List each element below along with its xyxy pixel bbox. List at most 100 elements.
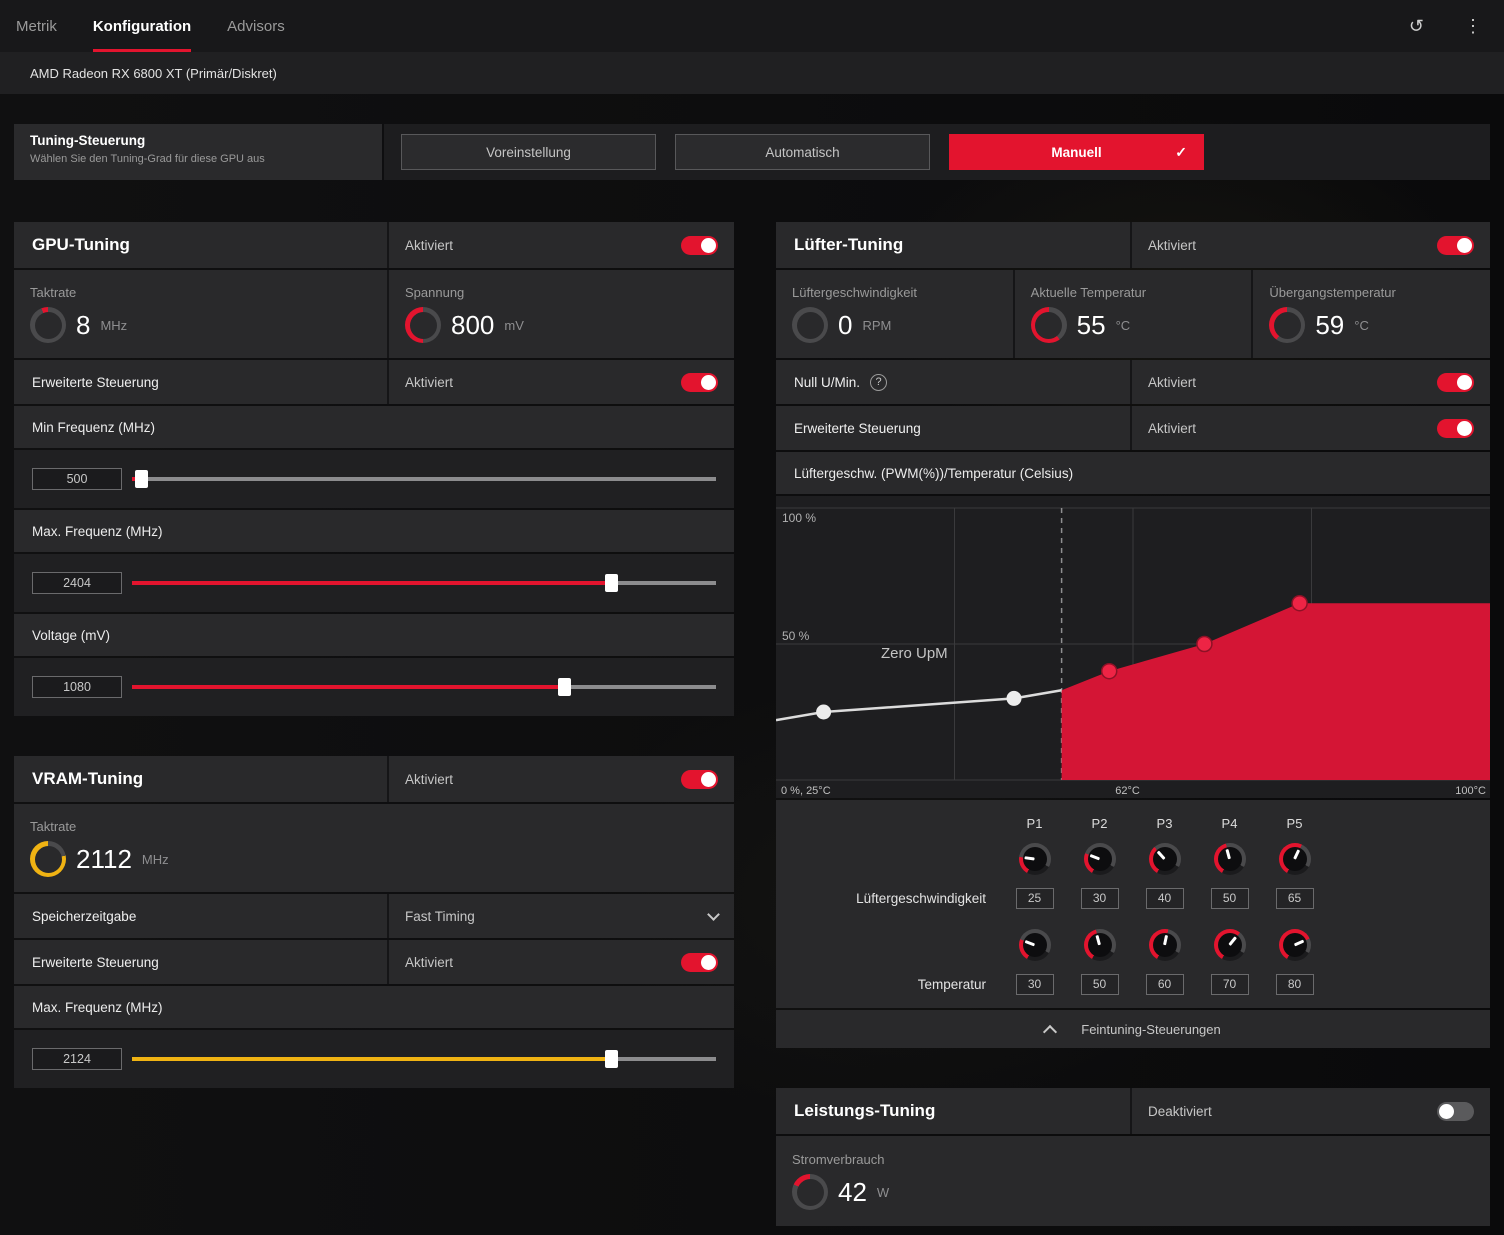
fan-speed-value[interactable]: 30 [1080, 887, 1119, 909]
tuning-control-subtitle: Wählen Sie den Tuning-Grad für diese GPU… [30, 153, 265, 165]
temperature-value[interactable]: 80 [1275, 973, 1314, 995]
slider-handle[interactable] [134, 470, 148, 488]
knob-needle-icon [1024, 856, 1035, 861]
automatic-button[interactable]: Automatisch [675, 134, 930, 170]
slider-handle[interactable] [558, 678, 572, 696]
vram-max-frequency-value[interactable]: 2124 [32, 1048, 122, 1070]
kebab-menu-icon[interactable]: ⋮ [1464, 16, 1482, 37]
fan-speed-knob[interactable] [1083, 843, 1116, 875]
memory-timing-value: Fast Timing [405, 908, 475, 924]
temperature-value[interactable]: 70 [1210, 973, 1249, 995]
top-nav: Metrik Konfiguration Advisors ↺ ⋮ [0, 0, 1504, 52]
vram-max-frequency-label: Max. Frequenz (MHz) [14, 986, 734, 1028]
vram-clock-stat: Taktrate 2112 MHz [14, 804, 734, 892]
temperature-value[interactable]: 30 [1015, 973, 1054, 995]
zero-rpm-label: Null U/Min. [794, 374, 861, 390]
tuning-control-title: Tuning-Steuerung [30, 133, 146, 148]
max-frequency-slider-row: 2404 [14, 554, 734, 612]
device-bar: AMD Radeon RX 6800 XT (Primär/Diskret) [0, 52, 1504, 94]
temperature-row-label: Temperatur [917, 976, 986, 992]
fan-speed-gauge-icon [792, 307, 828, 343]
min-frequency-label: Min Frequenz (MHz) [14, 406, 734, 448]
gpu-voltage-gauge-icon [405, 307, 441, 343]
fan-speed-knob-row [776, 836, 1490, 882]
fan-speed-knob[interactable] [1278, 843, 1311, 875]
chevron-up-icon [1043, 1024, 1058, 1039]
vram-clock-gauge-icon [30, 841, 66, 877]
fan-speed-value[interactable]: 50 [1210, 887, 1249, 909]
vram-max-frequency-slider[interactable] [132, 1049, 716, 1069]
tab-konfiguration[interactable]: Konfiguration [92, 0, 192, 52]
temperature-knob[interactable] [1148, 929, 1181, 961]
vram-tuning-panel: VRAM-Tuning Aktiviert Taktrate 2112 MHz [14, 756, 734, 1088]
gpu-tuning-title: GPU-Tuning [32, 235, 130, 254]
power-consumption-gauge-icon [792, 1174, 828, 1210]
knob-needle-icon [1293, 939, 1305, 947]
fan-tuning-title: Lüfter-Tuning [794, 235, 904, 254]
fan-speed-value[interactable]: 40 [1145, 887, 1184, 909]
fan-curve-point[interactable] [1006, 690, 1022, 706]
manual-button[interactable]: Manuell ✓ [949, 134, 1204, 170]
curve-point-headers: P1 P2 P3 P4 P5 [776, 810, 1490, 836]
power-tuning-toggle[interactable] [1437, 1101, 1474, 1121]
voltage-value[interactable]: 1080 [32, 676, 122, 698]
fan-speed-value[interactable]: 25 [1015, 887, 1054, 909]
zero-rpm-toggle[interactable] [1437, 372, 1474, 392]
vram-advanced-label: Erweiterte Steuerung [32, 954, 159, 970]
temperature-knob[interactable] [1213, 929, 1246, 961]
fan-chart-header: Lüftergeschw. (PWM(%))/Temperatur (Celsi… [776, 452, 1490, 494]
knob-needle-icon [1095, 934, 1101, 946]
fan-speed-knob[interactable] [1018, 843, 1051, 875]
temperature-knob[interactable] [1018, 929, 1051, 961]
fan-advanced-toggle[interactable] [1437, 418, 1474, 438]
min-frequency-value[interactable]: 500 [32, 468, 122, 490]
max-frequency-label: Max. Frequenz (MHz) [14, 510, 734, 552]
junction-temperature-gauge-icon [1269, 307, 1306, 343]
fan-curve-point[interactable] [1196, 635, 1213, 653]
temperature-value-row: Temperatur 30 50 60 70 80 [776, 968, 1490, 1000]
fan-tuning-toggle[interactable] [1437, 235, 1474, 255]
reset-icon[interactable]: ↺ [1409, 16, 1424, 37]
power-tuning-panel: Leistungs-Tuning Deaktiviert Stromverbra… [776, 1088, 1490, 1226]
fan-curve-point[interactable] [1100, 662, 1118, 680]
junction-temperature-stat: Übergangstemperatur 59 °C [1253, 270, 1490, 358]
max-frequency-value[interactable]: 2404 [32, 572, 122, 594]
temperature-knob[interactable] [1083, 929, 1116, 961]
slider-handle[interactable] [604, 574, 618, 592]
gpu-advanced-label: Erweiterte Steuerung [32, 374, 159, 390]
gpu-tuning-toggle[interactable] [681, 235, 718, 255]
gpu-name: AMD Radeon RX 6800 XT (Primär/Diskret) [30, 65, 277, 81]
fan-speed-knob[interactable] [1148, 843, 1181, 875]
knob-needle-icon [1089, 854, 1101, 861]
vram-tuning-toggle[interactable] [681, 769, 718, 789]
curve-point-label: P5 [1286, 815, 1303, 831]
fan-curve-point[interactable] [1291, 594, 1308, 612]
curve-point-label: P1 [1026, 815, 1043, 831]
fan-curve-chart[interactable]: 100 % 50 % 0 %, 25°C 62°C 100°C Zero UpM [776, 496, 1490, 798]
preset-button[interactable]: Voreinstellung [401, 134, 656, 170]
gpu-tuning-panel: GPU-Tuning Aktiviert Taktrate 8 MHz Span… [14, 222, 734, 716]
max-frequency-slider[interactable] [132, 573, 716, 593]
memory-timing-dropdown[interactable]: Fast Timing [389, 894, 734, 938]
temperature-value[interactable]: 60 [1145, 973, 1184, 995]
fan-curve-point[interactable] [816, 704, 832, 720]
fan-tuning-status: Aktiviert [1148, 237, 1197, 253]
temperature-value[interactable]: 50 [1080, 973, 1119, 995]
min-frequency-slider[interactable] [132, 469, 716, 489]
slider-handle[interactable] [604, 1050, 618, 1068]
vram-advanced-toggle[interactable] [681, 952, 718, 972]
temperature-knob[interactable] [1278, 929, 1311, 961]
knob-needle-icon [1228, 936, 1237, 946]
gpu-voltage-stat: Spannung 800 mV [389, 270, 734, 358]
fine-tuning-collapse[interactable]: Feintuning-Steuerungen [776, 1010, 1490, 1048]
power-tuning-status: Deaktiviert [1148, 1103, 1212, 1119]
voltage-slider[interactable] [132, 677, 716, 697]
fan-speed-value[interactable]: 65 [1275, 887, 1314, 909]
gpu-advanced-toggle[interactable] [681, 372, 718, 392]
tab-metrik[interactable]: Metrik [16, 0, 57, 52]
voltage-label: Voltage (mV) [14, 614, 734, 656]
tab-advisors[interactable]: Advisors [227, 0, 285, 52]
help-icon[interactable]: ? [870, 373, 888, 391]
fan-speed-knob[interactable] [1213, 843, 1246, 875]
gpu-clock-stat: Taktrate 8 MHz [14, 270, 389, 358]
